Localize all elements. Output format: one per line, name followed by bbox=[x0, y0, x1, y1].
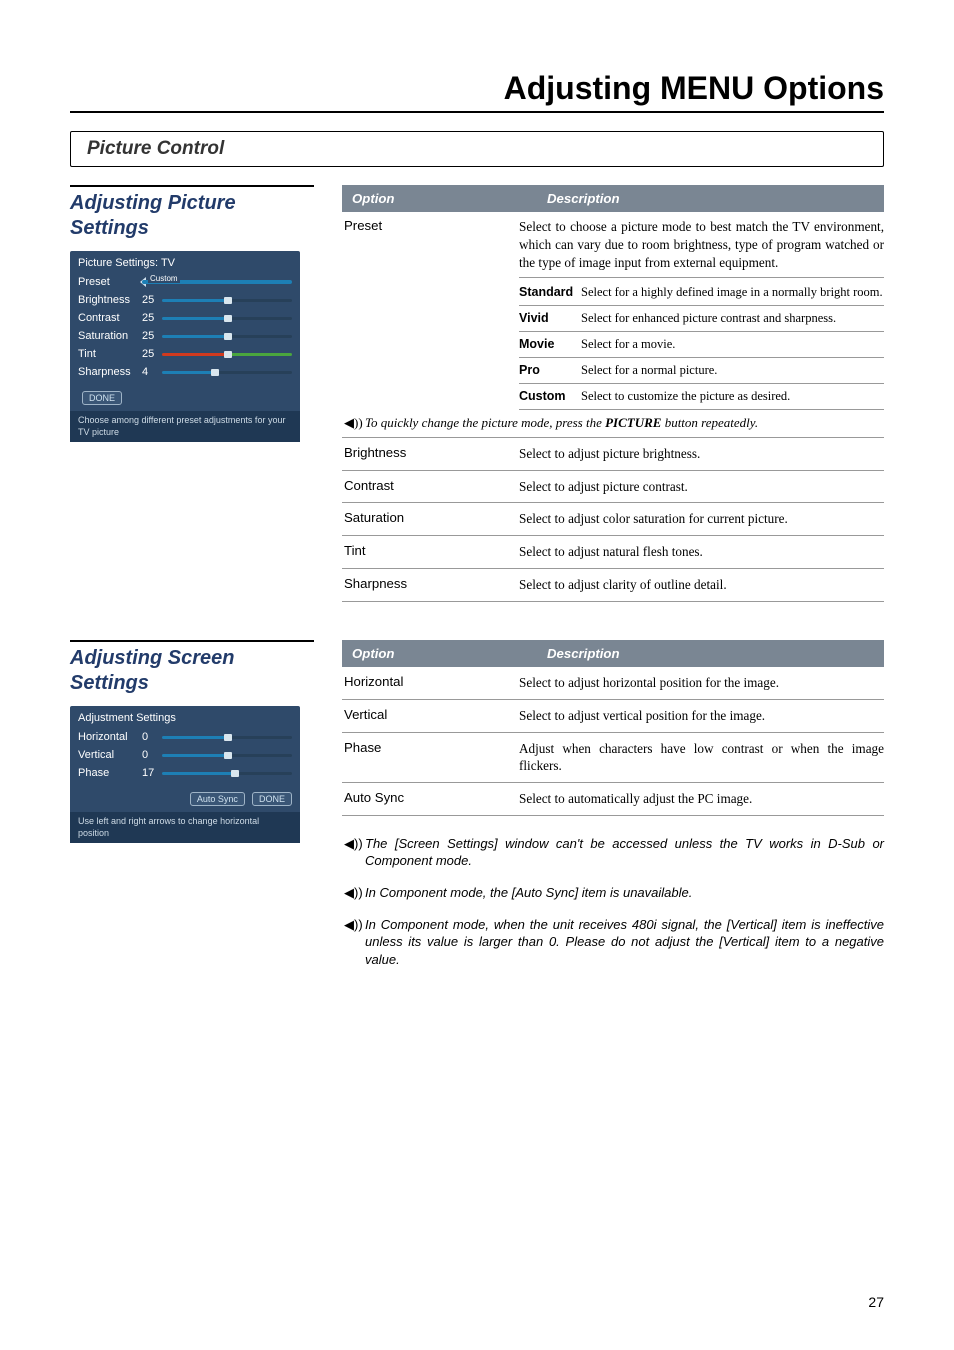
th-description: Description bbox=[537, 185, 884, 212]
opt-autosync: Auto Sync bbox=[342, 790, 519, 805]
speaker-icon: ◀)) bbox=[344, 916, 359, 969]
done-button-2[interactable]: DONE bbox=[252, 792, 292, 806]
osd-picture-settings: Picture Settings: TV Preset Custom Brigh… bbox=[70, 251, 300, 442]
done-button[interactable]: DONE bbox=[82, 391, 122, 405]
osd-saturation-row[interactable]: Saturation 25 bbox=[78, 327, 292, 345]
opt-phase: Phase bbox=[342, 740, 519, 755]
opt-sharpness: Sharpness bbox=[342, 576, 519, 591]
note-3: In Component mode, when the unit receive… bbox=[365, 916, 884, 969]
osd-brightness-row[interactable]: Brightness 25 bbox=[78, 291, 292, 309]
opt-saturation: Saturation bbox=[342, 510, 519, 525]
notes: ◀)) The [Screen Settings] window can't be… bbox=[342, 830, 884, 977]
screen-options-table: Option Description HorizontalSelect to a… bbox=[342, 640, 884, 816]
osd-preset-label: Preset bbox=[78, 276, 142, 288]
speaker-icon: ◀)) bbox=[344, 835, 359, 870]
speaker-icon: ◀)) bbox=[344, 884, 359, 902]
osd-adjustment-settings: Adjustment Settings Horizontal 0 Vertica… bbox=[70, 706, 300, 843]
osd-vertical-row[interactable]: Vertical 0 bbox=[78, 746, 292, 764]
opt-brightness: Brightness bbox=[342, 445, 519, 460]
th-option: Option bbox=[342, 185, 537, 212]
auto-sync-button[interactable]: Auto Sync bbox=[190, 792, 245, 806]
heading-adjusting-screen: Adjusting Screen Settings bbox=[70, 640, 314, 696]
preset-desc: Select to choose a picture mode to best … bbox=[519, 218, 884, 278]
osd-phase-row[interactable]: Phase 17 bbox=[78, 764, 292, 782]
heading-adjusting-picture: Adjusting Picture Settings bbox=[70, 185, 314, 241]
osd-footer: Choose among different preset adjustment… bbox=[70, 411, 300, 442]
osd-preset-value: Custom bbox=[148, 274, 180, 283]
osd-footer-2: Use left and right arrows to change hori… bbox=[70, 812, 300, 843]
section-subtitle: Picture Control bbox=[70, 131, 884, 167]
note-1: The [Screen Settings] window can't be ac… bbox=[365, 835, 884, 870]
osd-title-2: Adjustment Settings bbox=[70, 706, 300, 728]
osd-preset-row[interactable]: Preset Custom bbox=[78, 273, 292, 291]
picture-options-table: Option Description Preset Select to choo… bbox=[342, 185, 884, 602]
note-2: In Component mode, the [Auto Sync] item … bbox=[365, 884, 884, 902]
opt-horizontal: Horizontal bbox=[342, 674, 519, 689]
opt-preset: Preset bbox=[342, 218, 519, 410]
speaker-icon: ◀)) bbox=[344, 415, 359, 431]
osd-tint-row[interactable]: Tint 25 bbox=[78, 345, 292, 363]
osd-contrast-row[interactable]: Contrast 25 bbox=[78, 309, 292, 327]
opt-contrast: Contrast bbox=[342, 478, 519, 493]
th-description-2: Description bbox=[537, 640, 884, 667]
osd-horizontal-row[interactable]: Horizontal 0 bbox=[78, 728, 292, 746]
osd-title: Picture Settings: TV bbox=[70, 251, 300, 273]
page-title: Adjusting MENU Options bbox=[70, 70, 884, 113]
th-option-2: Option bbox=[342, 640, 537, 667]
opt-vertical: Vertical bbox=[342, 707, 519, 722]
opt-tint: Tint bbox=[342, 543, 519, 558]
osd-sharpness-row[interactable]: Sharpness 4 bbox=[78, 363, 292, 381]
page-number: 27 bbox=[868, 1294, 884, 1310]
